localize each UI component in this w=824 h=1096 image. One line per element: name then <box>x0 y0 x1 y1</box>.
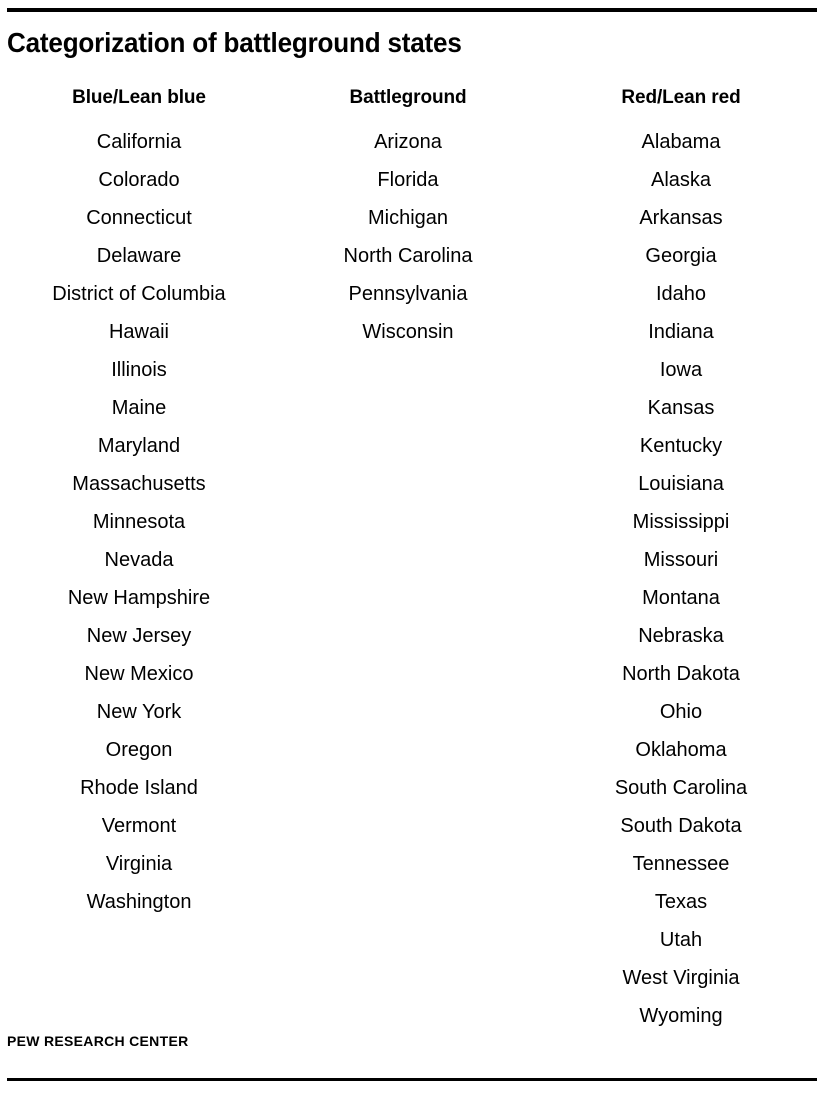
source-attribution: PEW RESEARCH CENTER <box>7 1033 189 1049</box>
list-item: Louisiana <box>638 473 724 495</box>
list-item: Connecticut <box>86 207 192 229</box>
state-columns: Blue/Lean blue California Colorado Conne… <box>0 86 824 1035</box>
list-item: Utah <box>659 929 703 951</box>
list-item: New Jersey <box>86 625 192 647</box>
bottom-divider-rule <box>7 1078 817 1081</box>
list-item: Colorado <box>98 169 180 191</box>
list-item: Hawaii <box>108 321 170 343</box>
list-item: District of Columbia <box>52 283 226 305</box>
list-item: Virginia <box>105 853 173 875</box>
list-item: Iowa <box>659 359 703 381</box>
list-item: Ohio <box>659 701 703 723</box>
list-item: Wyoming <box>639 1005 723 1027</box>
column-header-battleground: Battleground <box>349 87 467 108</box>
state-list-blue: California Colorado Connecticut Delaware… <box>0 123 278 921</box>
list-item: Georgia <box>645 245 717 267</box>
list-item: Nebraska <box>638 625 724 647</box>
list-item: Kentucky <box>639 435 723 457</box>
list-item: Oklahoma <box>635 739 727 761</box>
list-item: Oregon <box>105 739 173 761</box>
list-item: California <box>96 131 182 153</box>
page-title: Categorization of battleground states <box>7 27 462 58</box>
list-item: Arizona <box>374 131 442 153</box>
list-item: Indiana <box>648 321 714 343</box>
list-item: New York <box>96 701 182 723</box>
list-item: Missouri <box>643 549 719 571</box>
figure-container: Categorization of battleground states Bl… <box>0 0 824 1096</box>
list-item: Montana <box>642 587 720 609</box>
list-item: Washington <box>86 891 192 913</box>
column-blue-lean-blue: Blue/Lean blue California Colorado Conne… <box>0 86 278 921</box>
list-item: Kansas <box>647 397 715 419</box>
list-item: New Hampshire <box>67 587 211 609</box>
list-item: Minnesota <box>92 511 186 533</box>
list-item: North Carolina <box>343 245 473 267</box>
list-item: Florida <box>377 169 439 191</box>
list-item: Arkansas <box>639 207 723 229</box>
list-item: Vermont <box>101 815 177 837</box>
list-item: South Dakota <box>620 815 742 837</box>
list-item: Illinois <box>111 359 167 381</box>
column-header-blue-lean-blue: Blue/Lean blue <box>72 87 206 108</box>
list-item: Rhode Island <box>80 777 198 799</box>
column-header-red-lean-red: Red/Lean red <box>621 87 741 108</box>
list-item: New Mexico <box>84 663 194 685</box>
state-list-battleground: Arizona Florida Michigan North Carolina … <box>278 123 538 351</box>
list-item: South Carolina <box>614 777 748 799</box>
column-battleground: Battleground Arizona Florida Michigan No… <box>278 86 538 351</box>
list-item: Delaware <box>96 245 182 267</box>
list-item: Maine <box>111 397 167 419</box>
list-item: Alabama <box>641 131 721 153</box>
list-item: Texas <box>654 891 708 913</box>
list-item: Alaska <box>650 169 712 191</box>
list-item: Mississippi <box>632 511 730 533</box>
state-list-red: Alabama Alaska Arkansas Georgia Idaho In… <box>538 123 824 1035</box>
list-item: Wisconsin <box>362 321 454 343</box>
list-item: West Virginia <box>622 967 740 989</box>
list-item: Nevada <box>104 549 174 571</box>
list-item: Pennsylvania <box>348 283 468 305</box>
list-item: Maryland <box>97 435 181 457</box>
list-item: Tennessee <box>632 853 730 875</box>
list-item: Idaho <box>655 283 707 305</box>
list-item: Massachusetts <box>72 473 206 495</box>
column-red-lean-red: Red/Lean red Alabama Alaska Arkansas Geo… <box>538 86 824 1035</box>
top-divider-rule <box>7 8 817 12</box>
list-item: North Dakota <box>622 663 740 685</box>
list-item: Michigan <box>367 207 449 229</box>
